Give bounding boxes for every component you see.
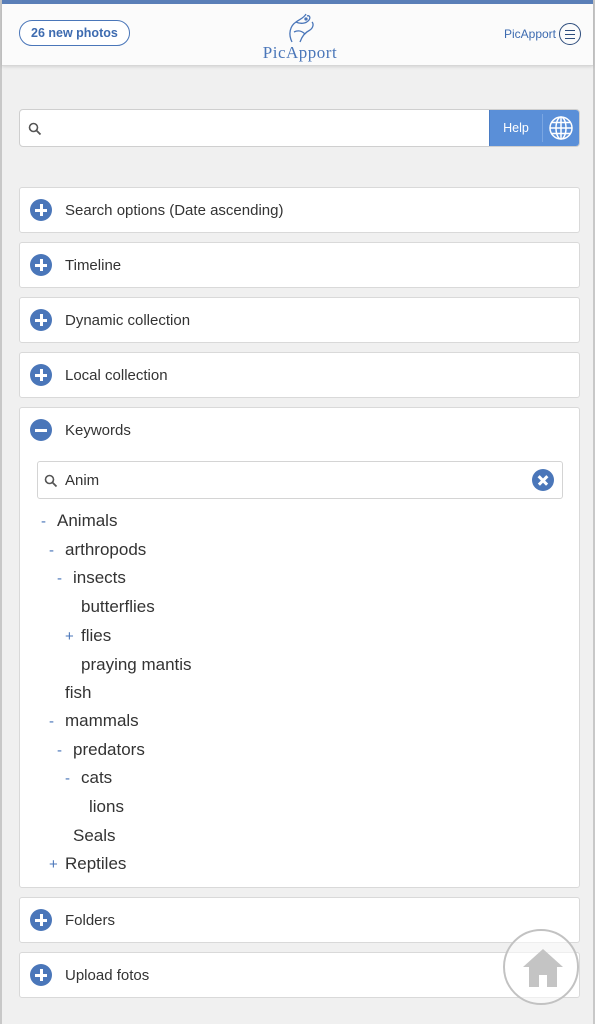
plus-circle-icon[interactable] bbox=[30, 254, 52, 276]
tree-item[interactable]: lions bbox=[73, 794, 124, 820]
panel-folders[interactable]: Folders bbox=[19, 897, 580, 943]
tree-item-label: flies bbox=[81, 626, 112, 645]
panel-dynamic-collection[interactable]: Dynamic collection bbox=[19, 297, 580, 343]
panel-title: Folders bbox=[65, 911, 116, 929]
plus-circle-icon[interactable] bbox=[30, 964, 52, 986]
collapse-toggle[interactable]: - bbox=[65, 766, 81, 792]
tree-item-label: mammals bbox=[65, 711, 139, 730]
minus-circle-icon[interactable] bbox=[30, 419, 52, 441]
panel-title: Search options (Date ascending) bbox=[65, 201, 284, 219]
header-bar: 26 new photos PicApport PicApport bbox=[2, 0, 593, 66]
page: 26 new photos PicApport PicApport Help S… bbox=[0, 0, 595, 1024]
tree-item-label: Reptiles bbox=[65, 854, 127, 873]
tree-item-label: arthropods bbox=[65, 540, 147, 559]
panel-title: Keywords bbox=[65, 421, 131, 439]
logo-icon bbox=[289, 13, 314, 43]
globe-icon[interactable] bbox=[548, 115, 574, 141]
tree-item[interactable]: fish bbox=[49, 680, 91, 706]
tree-item[interactable]: praying mantis bbox=[65, 652, 192, 678]
expand-toggle[interactable]: + bbox=[65, 624, 81, 650]
tree-item[interactable]: + Reptiles bbox=[49, 851, 126, 877]
plus-circle-icon[interactable] bbox=[30, 364, 52, 386]
logo[interactable]: PicApport bbox=[250, 12, 350, 64]
panel-timeline[interactable]: Timeline bbox=[19, 242, 580, 288]
collapse-toggle[interactable]: - bbox=[57, 738, 73, 764]
panel-keywords-header[interactable]: Keywords bbox=[20, 408, 579, 452]
menu-icon bbox=[559, 23, 581, 45]
search-icon bbox=[28, 122, 42, 136]
logo-text: PicApport bbox=[262, 43, 338, 62]
home-icon bbox=[523, 949, 563, 987]
app-menu-button[interactable]: PicApport bbox=[504, 22, 581, 46]
new-photos-button[interactable]: 26 new photos bbox=[19, 20, 130, 46]
search-icon bbox=[44, 474, 58, 488]
tree-item[interactable]: - insects bbox=[57, 565, 126, 591]
panel-keywords: Keywords -Animals -arthropods -insects b… bbox=[19, 407, 580, 888]
help-button[interactable]: Help bbox=[489, 110, 579, 146]
expand-toggle[interactable]: + bbox=[49, 852, 65, 878]
tree-item-label: praying mantis bbox=[81, 655, 192, 674]
app-menu-label: PicApport bbox=[503, 27, 556, 41]
tree-item[interactable]: - Animals bbox=[41, 508, 117, 534]
home-button[interactable] bbox=[503, 929, 579, 1005]
help-label: Help bbox=[503, 121, 529, 135]
collapse-toggle[interactable]: - bbox=[57, 566, 73, 592]
plus-circle-icon[interactable] bbox=[30, 909, 52, 931]
search-input[interactable] bbox=[52, 110, 482, 146]
tree-item-label: insects bbox=[73, 568, 126, 587]
panel-upload-fotos[interactable]: Upload fotos bbox=[19, 952, 580, 998]
tree-item[interactable]: Seals bbox=[57, 823, 116, 849]
tree-item-label: Animals bbox=[57, 511, 118, 530]
plus-circle-icon[interactable] bbox=[30, 199, 52, 221]
help-divider bbox=[542, 114, 543, 142]
tree-item-label: predators bbox=[73, 740, 145, 759]
panel-search-options[interactable]: Search options (Date ascending) bbox=[19, 187, 580, 233]
panel-title: Local collection bbox=[65, 366, 168, 384]
tree-item[interactable]: butterflies bbox=[65, 594, 155, 620]
collapse-toggle[interactable]: - bbox=[49, 538, 65, 564]
keyword-filter-input[interactable] bbox=[65, 462, 515, 498]
collapse-toggle[interactable]: - bbox=[49, 709, 65, 735]
panel-title: Timeline bbox=[65, 256, 122, 274]
tree-item[interactable]: - arthropods bbox=[49, 537, 146, 563]
search-bar: Help bbox=[19, 109, 580, 147]
tree-item[interactable]: - mammals bbox=[49, 708, 139, 734]
panel-title: Upload fotos bbox=[65, 966, 150, 984]
tree-item-label: fish bbox=[65, 683, 92, 702]
panel-local-collection[interactable]: Local collection bbox=[19, 352, 580, 398]
tree-item[interactable]: - cats bbox=[65, 765, 112, 791]
tree-item-label: lions bbox=[89, 797, 124, 816]
keyword-filter bbox=[37, 461, 563, 499]
clear-icon[interactable] bbox=[532, 469, 554, 491]
collapse-toggle[interactable]: - bbox=[41, 509, 57, 535]
tree-item[interactable]: + flies bbox=[65, 623, 111, 649]
panel-title: Dynamic collection bbox=[65, 311, 191, 329]
plus-circle-icon[interactable] bbox=[30, 309, 52, 331]
tree-item-label: Seals bbox=[73, 826, 116, 845]
tree-item-label: cats bbox=[81, 768, 113, 787]
tree-item[interactable]: - predators bbox=[57, 737, 145, 763]
tree-item-label: butterflies bbox=[81, 597, 155, 616]
